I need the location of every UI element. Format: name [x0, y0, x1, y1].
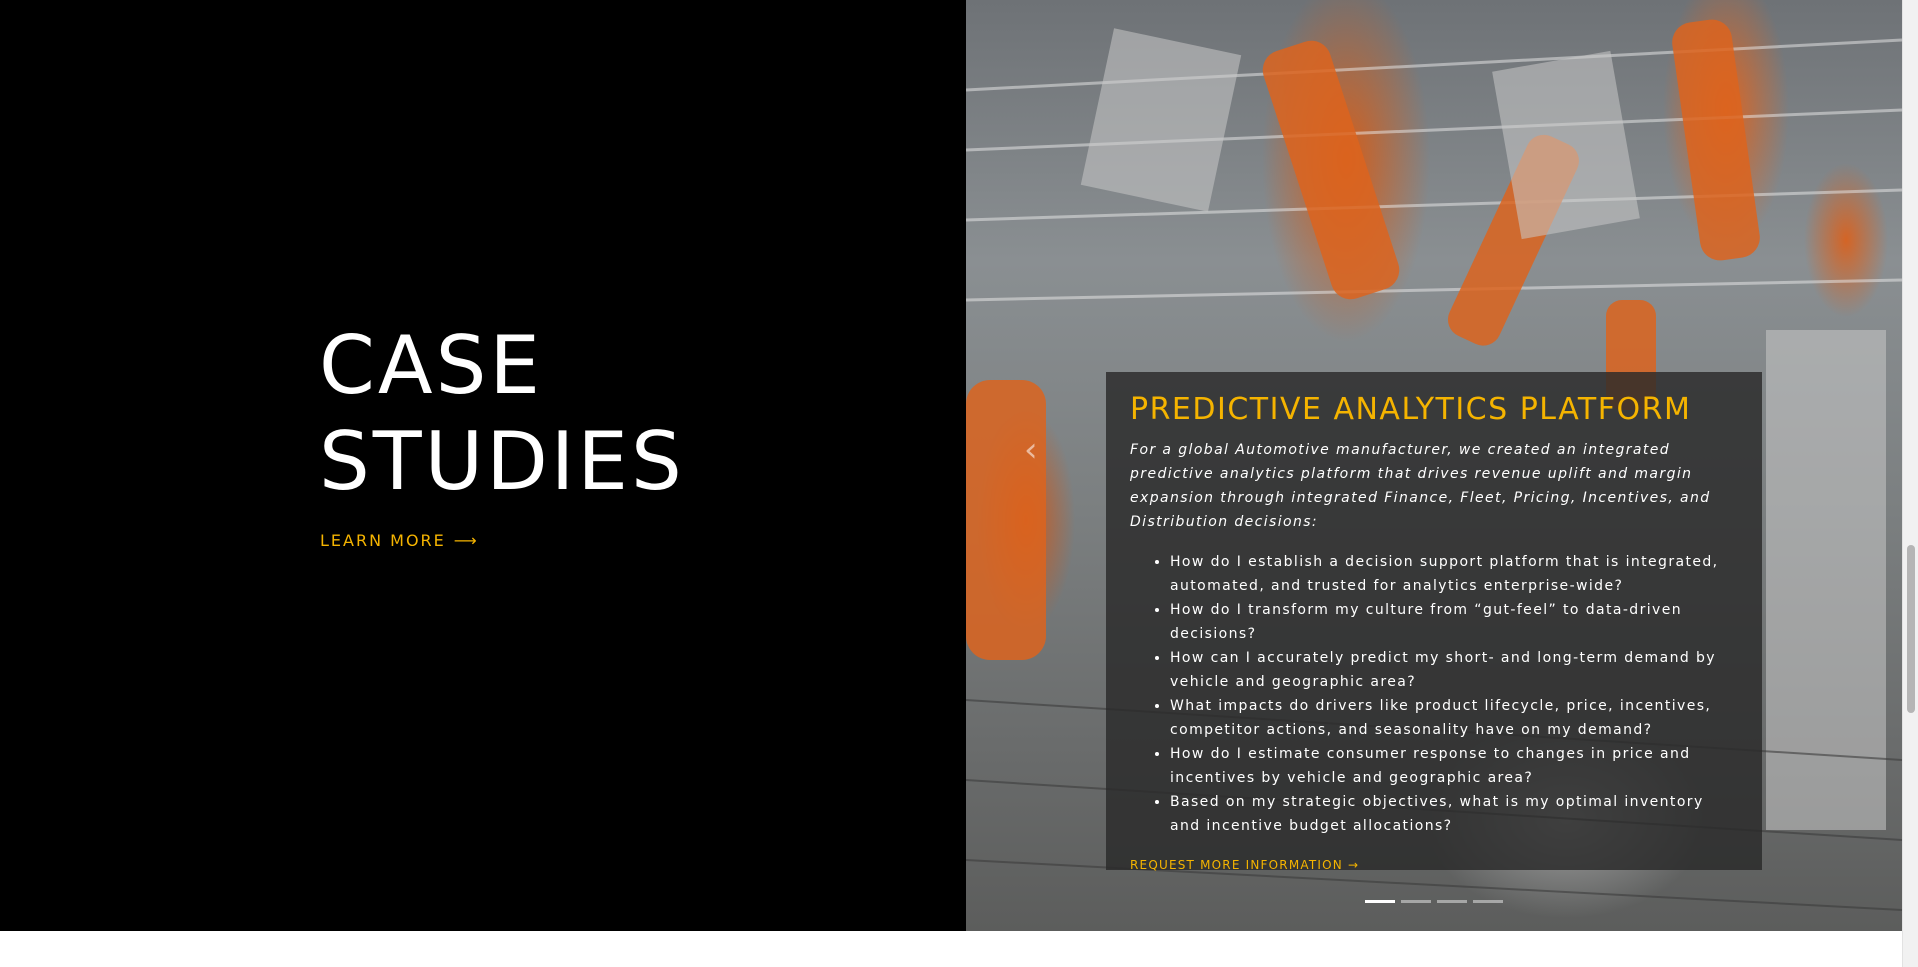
case-study-title: PREDICTIVE ANALYTICS PLATFORM — [1130, 392, 1692, 427]
case-study-questions: How do I establish a decision support pl… — [1130, 550, 1738, 838]
case-study-intro: For a global Automotive manufacturer, we… — [1130, 442, 1711, 530]
case-studies-section: CASE STUDIES LEARN MORE ⟶ ‹ PREDICTIVE A… — [0, 0, 1902, 931]
case-studies-intro-panel: CASE STUDIES LEARN MORE ⟶ — [0, 0, 966, 931]
slider-dot-3[interactable] — [1437, 900, 1467, 903]
section-title-line-2: STUDIES — [319, 415, 685, 508]
list-item: Based on my strategic objectives, what i… — [1170, 790, 1738, 838]
section-title-line-1: CASE — [319, 319, 543, 412]
slider-dot-1[interactable] — [1365, 900, 1395, 903]
learn-more-label: LEARN MORE — [320, 531, 446, 550]
request-more-information-link[interactable]: REQUEST MORE INFORMATION → — [1130, 858, 1359, 872]
slider-pagination — [1365, 900, 1503, 903]
list-item: How do I transform my culture from “gut-… — [1170, 598, 1738, 646]
slider-dot-4[interactable] — [1473, 900, 1503, 903]
learn-more-link[interactable]: LEARN MORE ⟶ — [320, 531, 479, 550]
slider-dot-2[interactable] — [1401, 900, 1431, 903]
list-item: What impacts do drivers like product lif… — [1170, 694, 1738, 742]
case-study-card: PREDICTIVE ANALYTICS PLATFORM For a glob… — [1106, 372, 1762, 872]
section-title: CASE STUDIES — [319, 318, 685, 510]
case-study-slider: ‹ PREDICTIVE ANALYTICS PLATFORM For a gl… — [966, 0, 1902, 931]
arrow-right-icon: ⟶ — [453, 531, 479, 550]
vertical-scrollbar[interactable] — [1902, 0, 1918, 967]
list-item: How do I establish a decision support pl… — [1170, 550, 1738, 598]
list-item: How do I estimate consumer response to c… — [1170, 742, 1738, 790]
slider-prev-arrow[interactable]: ‹ — [1024, 430, 1038, 470]
page: CASE STUDIES LEARN MORE ⟶ ‹ PREDICTIVE A… — [0, 0, 1918, 967]
scrollbar-thumb[interactable] — [1907, 545, 1915, 713]
list-item: How can I accurately predict my short- a… — [1170, 646, 1738, 694]
